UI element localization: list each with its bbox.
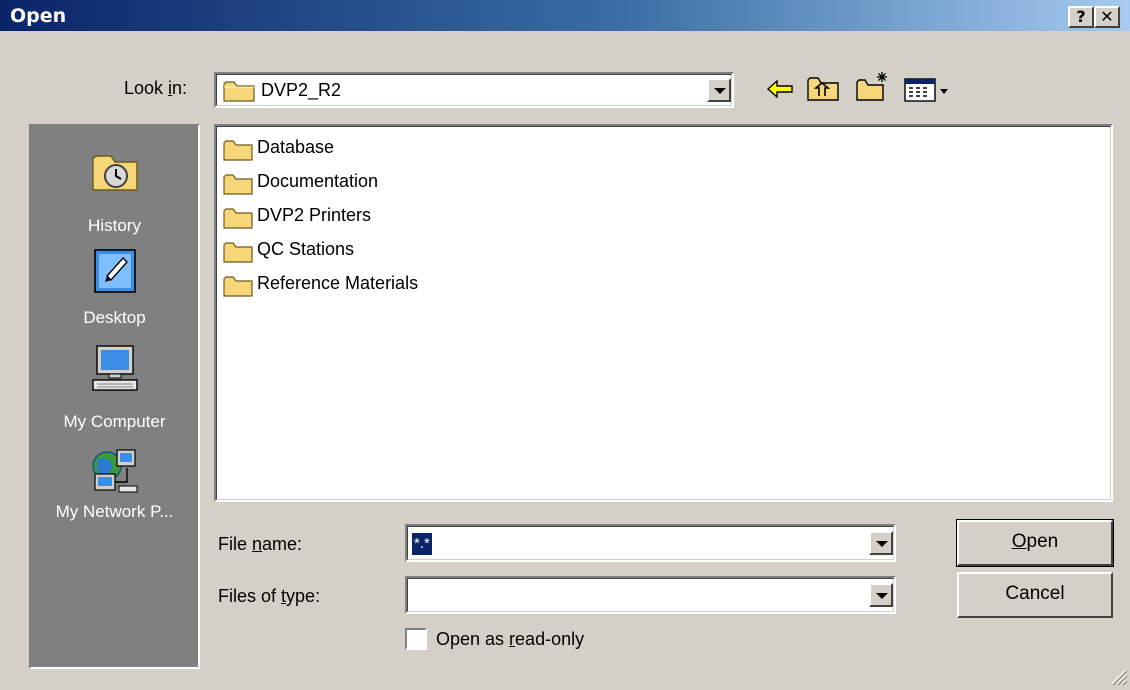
filetype-dropdown-button[interactable]: [869, 583, 893, 607]
chevron-down-icon: [876, 541, 888, 547]
view-menu-icon[interactable]: [904, 78, 950, 102]
folder-icon: [223, 276, 253, 297]
lookin-value: DVP2_R2: [261, 80, 342, 100]
place-desktop-label: Desktop: [83, 308, 146, 327]
resize-grip-icon[interactable]: [1108, 666, 1128, 686]
back-arrow-icon[interactable]: [766, 78, 794, 100]
file-name: QC Stations: [257, 239, 355, 259]
new-folder-icon[interactable]: [855, 70, 891, 102]
up-one-level-icon[interactable]: [806, 74, 840, 102]
readonly-label[interactable]: Open as read-only: [436, 629, 584, 650]
chevron-down-icon: [876, 593, 888, 599]
place-network-label: My Network P...: [55, 502, 174, 521]
my-computer-icon: [91, 345, 138, 391]
filename-input[interactable]: *.*: [412, 533, 432, 555]
help-button[interactable]: ?: [1068, 6, 1094, 28]
place-my-computer-label: My Computer: [63, 412, 166, 431]
filetype-label: Files of type:: [218, 586, 321, 606]
filename-dropdown-button[interactable]: [869, 531, 893, 555]
file-name: Documentation: [257, 171, 379, 191]
window-title: Open: [10, 5, 67, 27]
filename-combo[interactable]: *.*: [405, 524, 896, 562]
place-network[interactable]: My Network P...: [31, 446, 198, 546]
cancel-button[interactable]: Cancel: [957, 572, 1113, 618]
lookin-dropdown-button[interactable]: [707, 78, 731, 102]
file-list[interactable]: Database Documentation DVP2 Printers QC …: [214, 124, 1113, 502]
lookin-label: Look in:: [124, 78, 188, 98]
desktop-icon: [93, 249, 136, 293]
history-icon: [91, 155, 138, 191]
folder-icon: [223, 174, 253, 195]
lookin-combo[interactable]: DVP2_R2: [214, 72, 734, 108]
folder-icon: [223, 242, 253, 263]
file-name: Database: [257, 137, 335, 157]
place-desktop[interactable]: Desktop: [31, 246, 198, 346]
close-button[interactable]: ✕: [1094, 6, 1120, 28]
file-name: DVP2 Printers: [257, 205, 372, 225]
title-bar[interactable]: [0, 0, 1130, 31]
filetype-combo[interactable]: [405, 576, 896, 614]
places-bar: History Desktop My Computer My Network P…: [29, 124, 200, 669]
network-places-icon: [91, 449, 137, 493]
folder-icon: [223, 208, 253, 229]
file-name: Reference Materials: [257, 273, 419, 293]
place-my-computer[interactable]: My Computer: [31, 344, 198, 448]
place-history-label: History: [88, 216, 141, 235]
folder-icon: [223, 81, 255, 102]
open-button[interactable]: Open: [956, 519, 1114, 567]
folder-icon: [223, 140, 253, 161]
filename-label: File name:: [218, 534, 303, 554]
place-history[interactable]: History: [31, 138, 198, 246]
chevron-down-icon: [714, 88, 726, 94]
readonly-checkbox[interactable]: [405, 628, 427, 650]
